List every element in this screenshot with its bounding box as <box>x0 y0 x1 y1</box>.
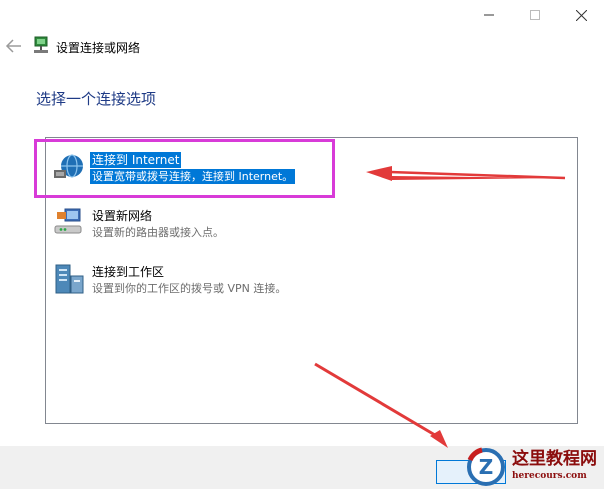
workplace-vpn-icon <box>55 264 84 294</box>
page-heading: 选择一个连接选项 <box>36 90 157 108</box>
option-description: 设置到你的工作区的拨号或 VPN 连接。 <box>92 282 287 295</box>
option-label: 设置新网络 <box>92 209 153 223</box>
back-arrow-icon[interactable] <box>5 38 23 54</box>
maximize-icon <box>530 10 540 20</box>
minimize-icon <box>484 14 494 16</box>
network-setup-icon <box>34 36 48 53</box>
window-controls <box>466 0 604 30</box>
close-button[interactable] <box>558 0 604 30</box>
option-setup-new-network[interactable]: 设置新网络 设置新的路由器或接入点。 <box>50 204 570 244</box>
watermark-title: 这里教程网 <box>512 449 597 469</box>
option-label: 连接到工作区 <box>92 265 165 279</box>
watermark-logo-icon: Z <box>467 447 505 486</box>
minimize-button[interactable] <box>466 0 512 30</box>
window-title: 设置连接或网络 <box>56 41 141 55</box>
watermark-url: herecours.com <box>512 471 587 481</box>
router-setup-icon <box>54 208 82 234</box>
watermark: Z 这里教程网 herecours.com <box>462 446 604 489</box>
highlight-box <box>34 139 335 198</box>
option-connect-workplace[interactable]: 连接到工作区 设置到你的工作区的拨号或 VPN 连接。 <box>50 260 570 300</box>
maximize-button[interactable] <box>512 0 558 30</box>
close-icon <box>575 9 587 21</box>
watermark-logo-letter: Z <box>479 455 494 479</box>
option-description: 设置新的路由器或接入点。 <box>92 226 224 239</box>
